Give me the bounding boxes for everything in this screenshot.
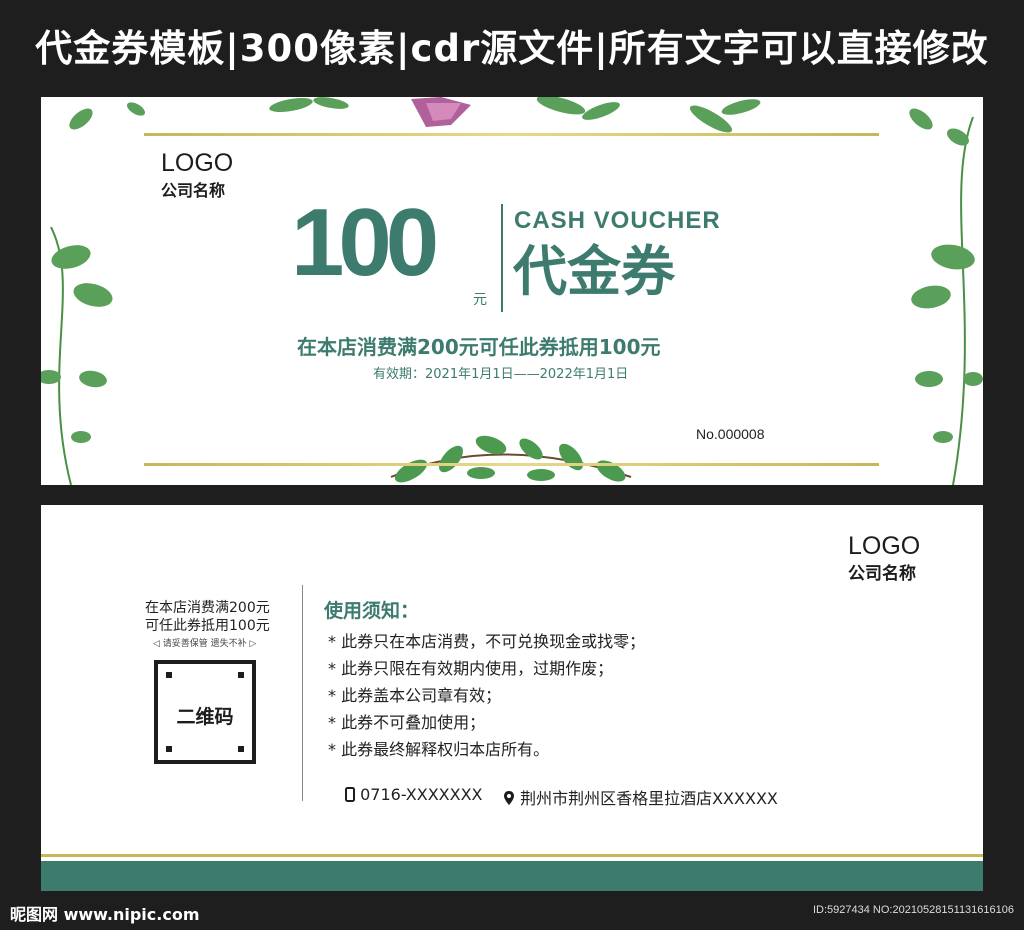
top-gold-line bbox=[144, 133, 879, 136]
notice-title: 使用须知： bbox=[324, 600, 420, 622]
cash-voucher-label: CASH VOUCHER bbox=[514, 207, 721, 234]
front-logo: LOGO bbox=[161, 149, 234, 177]
qr-corner-marker bbox=[166, 672, 172, 678]
phone-number: 0716-XXXXXXX bbox=[360, 785, 483, 804]
bottom-gold-line bbox=[144, 463, 879, 466]
nipic-watermark: 昵图网 www.nipic.com bbox=[10, 905, 200, 924]
amount-unit: 元 bbox=[473, 292, 487, 308]
qr-corner-marker bbox=[238, 746, 244, 752]
phone-contact: 0716-XXXXXXX bbox=[345, 785, 483, 804]
back-company-name: 公司名称 bbox=[848, 564, 916, 584]
address-contact: 荆州市荆州区香格里拉酒店XXXXXX bbox=[503, 785, 778, 809]
voucher-title: 代金券 bbox=[513, 240, 675, 303]
voucher-back: LOGO 公司名称 在本店消费满200元 可任此券抵用100元 ◁ 请妥善保管 … bbox=[41, 505, 983, 891]
voucher-amount: 100 bbox=[291, 189, 439, 296]
notice-item: * 此券不可叠加使用； bbox=[328, 713, 486, 732]
notice-item: * 此券盖本公司章有效； bbox=[328, 686, 502, 705]
voucher-front: LOGO 公司名称 100 元 CASH VOUCHER 代金券 在本店消费满2… bbox=[41, 97, 983, 485]
qr-label: 二维码 bbox=[176, 706, 234, 728]
serial-number: No.000008 bbox=[696, 426, 765, 442]
notice-item: * 此券最终解释权归本店所有。 bbox=[328, 740, 550, 759]
phone-icon bbox=[345, 787, 355, 802]
front-company-name: 公司名称 bbox=[161, 181, 226, 200]
validity-text: 有效期：2021年1月1日——2022年1月1日 bbox=[373, 367, 629, 382]
bottom-leaves-decoration-icon bbox=[390, 435, 632, 483]
title-divider bbox=[501, 204, 503, 312]
back-divider bbox=[302, 585, 303, 801]
notice-item: * 此券只在本店消费，不可兑换现金或找零； bbox=[328, 632, 646, 651]
keep-note: ◁ 请妥善保管 遗失不补 ▷ bbox=[153, 639, 257, 649]
image-id: ID:5927434 NO:20210528151131616106 bbox=[812, 904, 1014, 916]
offer-text: 在本店消费满200元可任此券抵用100元 bbox=[297, 335, 661, 359]
left-vine-decoration-icon bbox=[41, 227, 113, 485]
qr-corner-marker bbox=[166, 746, 172, 752]
left-offer-line2: 可任此券抵用100元 bbox=[145, 618, 270, 634]
qr-corner-marker bbox=[238, 672, 244, 678]
right-vine-decoration-icon bbox=[911, 117, 983, 485]
template-banner: 代金券模板|300像素|cdr源文件|所有文字可以直接修改 bbox=[35, 27, 989, 70]
back-green-band bbox=[41, 861, 983, 891]
location-pin-icon bbox=[504, 791, 514, 805]
notice-item: * 此券只限在有效期内使用，过期作废； bbox=[328, 659, 614, 678]
back-logo: LOGO bbox=[848, 532, 921, 560]
back-gold-line bbox=[41, 854, 983, 857]
address-text: 荆州市荆州区香格里拉酒店XXXXXX bbox=[520, 789, 778, 808]
left-offer-line1: 在本店消费满200元 bbox=[145, 600, 270, 616]
qr-code-placeholder: 二维码 bbox=[154, 660, 256, 764]
